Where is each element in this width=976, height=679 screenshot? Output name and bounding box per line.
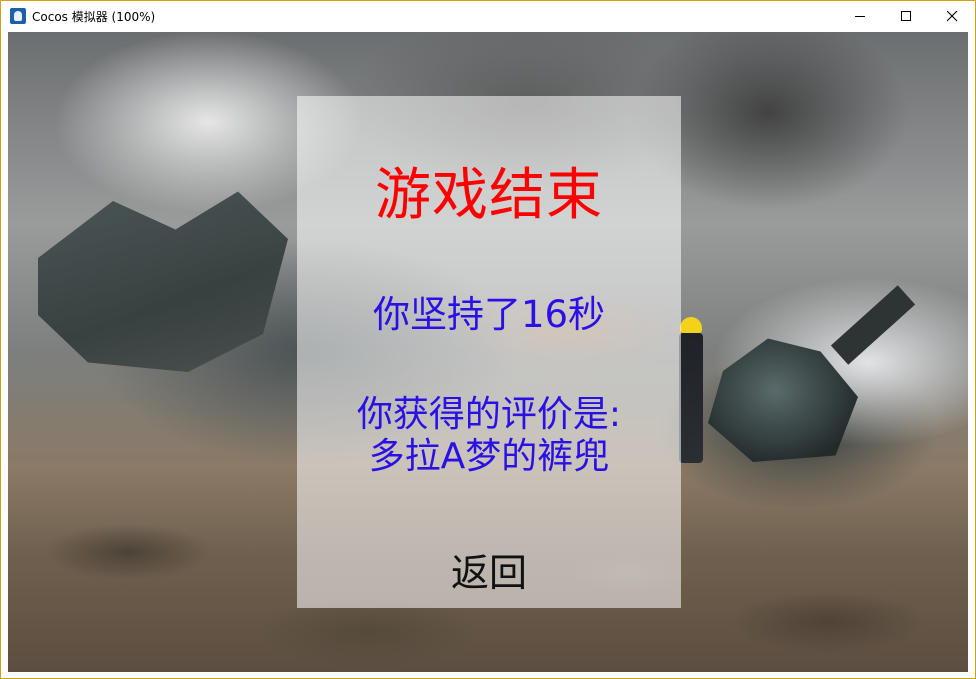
firefighter-body (679, 333, 703, 463)
rating-label: 你获得的评价是: (356, 394, 622, 435)
minimize-button[interactable] (837, 1, 883, 31)
rating-value: 多拉A梦的裤兜 (368, 436, 610, 477)
close-button[interactable] (929, 1, 975, 31)
background-wing-debris (830, 285, 916, 365)
rating-block: 你获得的评价是: 多拉A梦的裤兜 (297, 394, 681, 478)
window-title: Cocos 模拟器 (100%) (32, 9, 156, 24)
background-wreckage-left (38, 191, 288, 372)
maximize-button[interactable] (883, 1, 929, 31)
back-button[interactable]: 返回 (297, 542, 681, 597)
close-icon (946, 10, 957, 21)
game-over-panel: 游戏结束 你坚持了16秒 你获得的评价是: 多拉A梦的裤兜 返回 (297, 96, 681, 608)
window-controls (837, 1, 975, 31)
game-scene: 游戏结束 你坚持了16秒 你获得的评价是: 多拉A梦的裤兜 返回 (8, 32, 968, 672)
title-bar[interactable]: Cocos 模拟器 (100%) (1, 1, 975, 31)
maximize-icon (900, 10, 911, 21)
game-over-title: 游戏结束 (375, 163, 603, 228)
cocos-app-icon (10, 8, 26, 24)
minimize-icon (854, 15, 865, 17)
survival-time-text: 你坚持了16秒 (372, 293, 606, 336)
firefighter-helmet (680, 317, 702, 333)
simulator-window: Cocos 模拟器 (100%) 游戏结束 你坚持了16秒 你获得的评价是: 多… (0, 0, 976, 679)
